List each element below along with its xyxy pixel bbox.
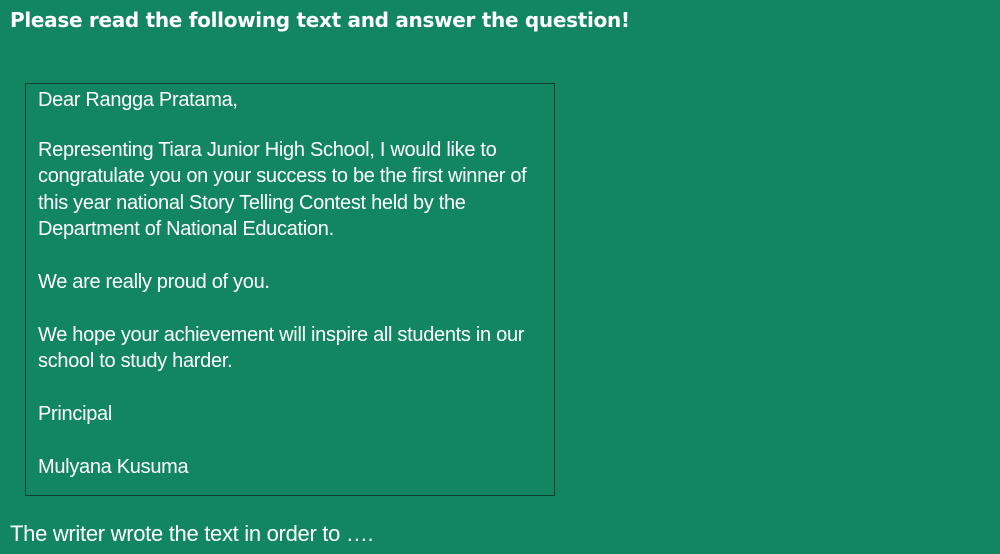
question-text: The writer wrote the text in order to …. bbox=[10, 521, 374, 546]
letter-closing-title: Principal bbox=[38, 403, 112, 425]
instruction-heading: Please read the following text and answe… bbox=[10, 8, 630, 32]
letter-text-box: Dear Rangga Pratama, Representing Tiara … bbox=[25, 83, 555, 496]
letter-paragraph-pride: We are really proud of you. bbox=[38, 271, 270, 293]
letter-paragraph-hope: We hope your achievement will inspire al… bbox=[38, 324, 525, 373]
letter-signature: Mulyana Kusuma bbox=[38, 456, 189, 478]
letter-paragraph-congratulation: Representing Tiara Junior High School, I… bbox=[38, 139, 527, 241]
letter-salutation: Dear Rangga Pratama, bbox=[38, 89, 238, 111]
